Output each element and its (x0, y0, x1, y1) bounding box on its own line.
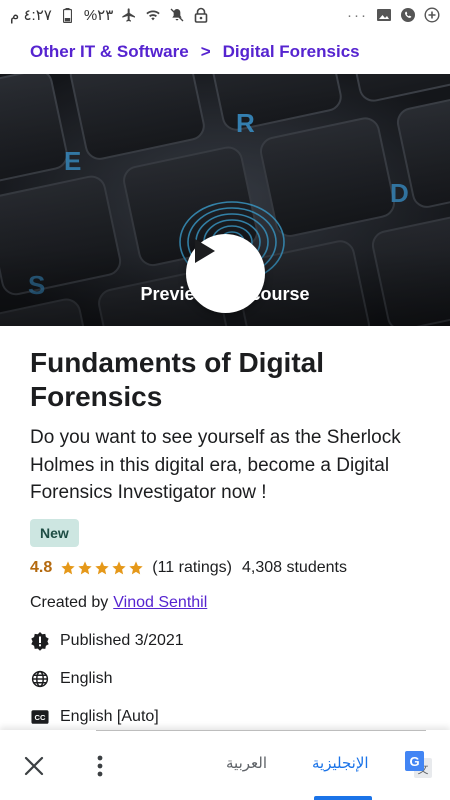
image-icon (376, 7, 392, 23)
course-captions: English [Auto] (60, 707, 159, 725)
preview-course-label[interactable]: Preview this course (0, 284, 450, 305)
breadcrumb: Other IT & Software > Digital Forensics (0, 30, 450, 74)
more-vert-icon[interactable] (88, 752, 112, 780)
airplane-icon (121, 7, 137, 23)
new-badge: New (30, 518, 79, 547)
course-preview[interactable]: R E D S Preview this course (0, 74, 450, 326)
lock-icon (193, 7, 209, 23)
status-right: ··· (347, 7, 440, 24)
closed-captions-icon: CC (30, 707, 50, 727)
breadcrumb-item-subcategory[interactable]: Digital Forensics (223, 42, 360, 62)
more-icon: ··· (347, 6, 368, 24)
status-time: ٤:٢٧ م (10, 7, 52, 24)
add-icon (424, 7, 440, 23)
ratings-count[interactable]: (11 ratings) (152, 559, 232, 577)
course-language: English (60, 669, 113, 687)
alert-badge-icon (30, 631, 50, 651)
globe-icon (30, 669, 50, 689)
language-tab-target[interactable]: الإنجليزية (312, 754, 369, 772)
language-row: English (30, 668, 420, 690)
course-info: Fundaments of Digital Forensics Do you w… (30, 326, 420, 728)
rating-value: 4.8 (30, 558, 53, 576)
star-icon (78, 560, 92, 574)
svg-text:CC: CC (34, 713, 46, 722)
star-icon (95, 560, 109, 574)
selected-language-indicator (314, 796, 372, 800)
status-left: ٤:٢٧ م %٢٣ (10, 6, 209, 24)
wifi-icon (145, 7, 161, 23)
google-translate-icon[interactable]: 文 G (404, 750, 434, 780)
translate-bar-divider (96, 730, 426, 731)
rating-row: 4.8 (11 ratings) 4,308 students (30, 557, 420, 579)
instructor-link[interactable]: Vinod Senthil (113, 594, 207, 612)
close-icon[interactable] (20, 752, 48, 780)
star-icon (112, 560, 126, 574)
svg-text:G: G (409, 754, 419, 769)
translate-bar: العربية الإنجليزية 文 G (0, 730, 450, 800)
published-row: Published 3/2021 (30, 630, 420, 652)
published-date: Published 3/2021 (60, 631, 184, 649)
language-tab-source[interactable]: العربية (226, 754, 267, 772)
battery-percent: %٢٣ (83, 7, 114, 24)
breadcrumb-item-category[interactable]: Other IT & Software (30, 42, 189, 62)
created-by-label: Created by (30, 593, 109, 611)
captions-row: CC English [Auto] (30, 706, 420, 728)
course-title: Fundaments of Digital Forensics (30, 347, 324, 412)
created-by-row: Created by Vinod Senthil (30, 592, 420, 614)
status-bar: ٤:٢٧ م %٢٣ ··· (0, 0, 450, 30)
star-icon (129, 560, 143, 574)
battery-icon (60, 7, 76, 23)
mute-icon (169, 7, 185, 23)
whatsapp-icon (400, 7, 416, 23)
star-icon (61, 560, 75, 574)
course-headline: Do you want to see yourself as the Sherl… (30, 427, 401, 503)
students-count: 4,308 students (241, 558, 347, 576)
rating-stars (60, 560, 144, 576)
breadcrumb-separator: > (200, 42, 211, 61)
play-icon (195, 239, 215, 263)
